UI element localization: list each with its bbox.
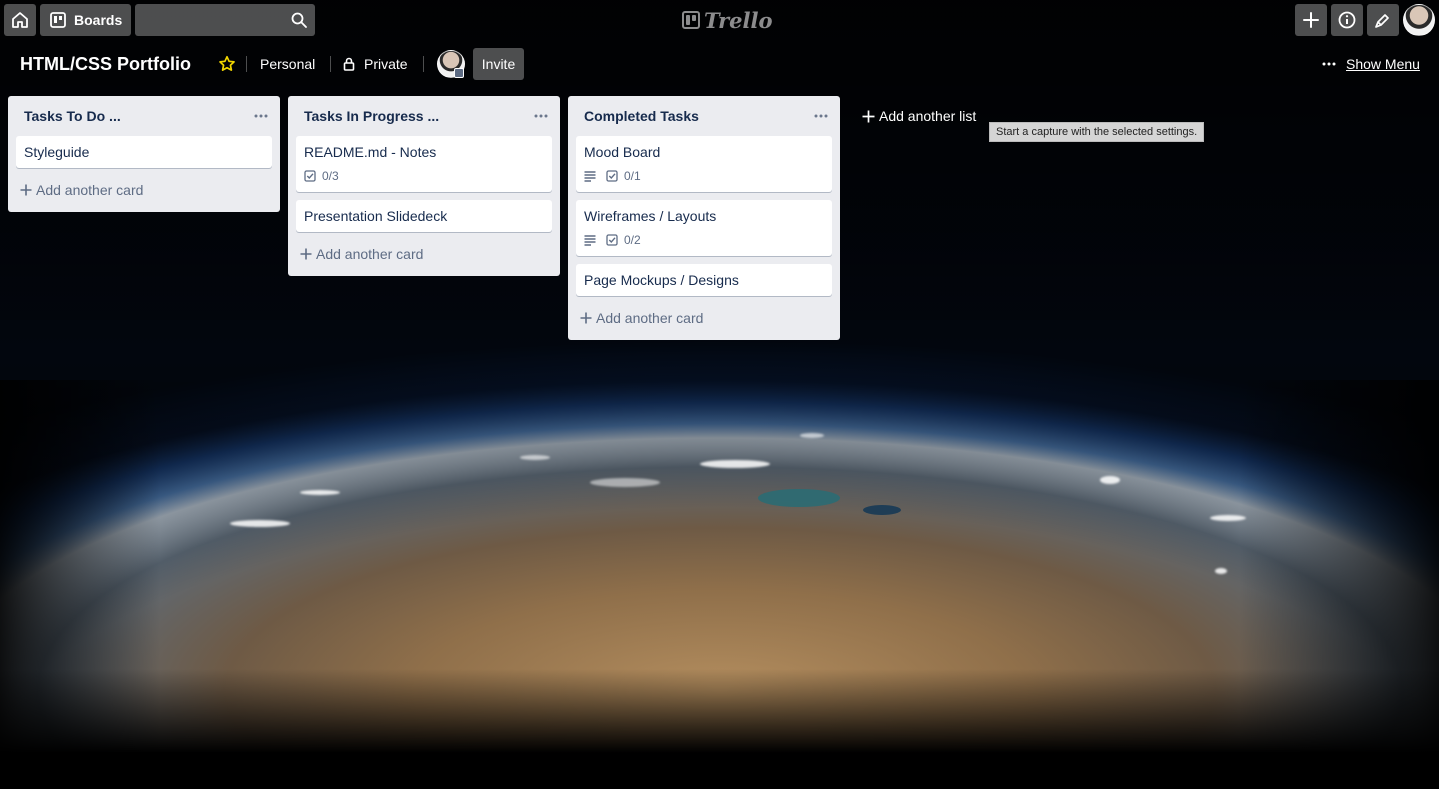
- checklist-count: 0/2: [624, 233, 641, 247]
- more-icon[interactable]: [254, 114, 268, 118]
- add-card-button[interactable]: Add another card: [576, 304, 832, 332]
- add-card-label: Add another card: [596, 310, 704, 326]
- plus-icon: [20, 184, 32, 196]
- plus-icon: [1303, 12, 1319, 28]
- add-card-label: Add another card: [36, 182, 144, 198]
- card-title: Styleguide: [24, 144, 90, 160]
- list-tasks-in-progress: Tasks In Progress ... README.md - Notes …: [288, 96, 560, 276]
- divider: [423, 56, 424, 72]
- info-button[interactable]: [1331, 4, 1363, 36]
- checklist-count: 0/3: [322, 169, 339, 183]
- boards-button[interactable]: Boards: [40, 4, 131, 36]
- card-title: Mood Board: [584, 144, 661, 160]
- search-input[interactable]: [135, 4, 301, 36]
- search-icon[interactable]: [291, 12, 307, 28]
- card-mood-board[interactable]: Mood Board 0/1: [576, 136, 832, 192]
- list-title[interactable]: Tasks To Do ...: [24, 108, 121, 124]
- checklist-icon: [304, 170, 316, 182]
- card-badges: 0/3: [304, 166, 544, 186]
- list-header[interactable]: Tasks In Progress ...: [296, 96, 552, 136]
- description-icon: [584, 234, 596, 246]
- card-styleguide[interactable]: Styleguide: [16, 136, 272, 168]
- plus-icon: [580, 312, 592, 324]
- plus-icon: [300, 248, 312, 260]
- divider: [246, 56, 247, 72]
- card-title: Page Mockups / Designs: [584, 272, 739, 288]
- admin-badge-icon: [454, 68, 464, 78]
- trello-logo-icon: [682, 11, 700, 29]
- team-button[interactable]: Personal: [260, 52, 315, 76]
- boards-label: Boards: [74, 12, 123, 28]
- list-header[interactable]: Tasks To Do ...: [16, 96, 272, 136]
- card-presentation-slidedeck[interactable]: Presentation Slidedeck: [296, 200, 552, 232]
- add-card-button[interactable]: Add another card: [296, 240, 552, 268]
- invite-button[interactable]: Invite: [473, 48, 524, 80]
- notifications-button[interactable]: [1367, 4, 1399, 36]
- list-completed-tasks: Completed Tasks Mood Board 0/1 Wireframe…: [568, 96, 840, 340]
- add-card-label: Add another card: [316, 246, 424, 262]
- show-menu-label: Show Menu: [1346, 56, 1420, 72]
- add-card-button[interactable]: Add another card: [16, 176, 272, 204]
- card-wireframes-layouts[interactable]: Wireframes / Layouts 0/2: [576, 200, 832, 256]
- team-label: Personal: [260, 56, 316, 72]
- board-title[interactable]: HTML/CSS Portfolio: [20, 52, 191, 76]
- lock-icon: [342, 57, 356, 71]
- card-title: Presentation Slidedeck: [304, 208, 448, 224]
- add-list-label: Add another list: [879, 108, 977, 124]
- list-title[interactable]: Completed Tasks: [584, 108, 699, 124]
- checklist-icon: [606, 234, 618, 246]
- card-badges: 0/1: [584, 166, 824, 186]
- trello-logo[interactable]: Trello: [682, 7, 773, 33]
- checklist-count: 0/1: [624, 169, 641, 183]
- user-avatar[interactable]: [1403, 4, 1435, 36]
- divider: [330, 56, 331, 72]
- home-icon: [11, 11, 29, 29]
- card-badges: 0/2: [584, 230, 824, 250]
- plus-icon: [862, 110, 875, 123]
- more-icon[interactable]: [814, 114, 828, 118]
- more-icon[interactable]: [534, 114, 548, 118]
- more-icon: [1322, 62, 1336, 66]
- notification-icon: [1375, 12, 1391, 28]
- create-button[interactable]: [1295, 4, 1327, 36]
- add-list-button[interactable]: Add another list: [862, 104, 976, 128]
- visibility-label: Private: [364, 56, 408, 72]
- description-icon: [584, 170, 596, 182]
- boards-icon: [50, 12, 66, 28]
- list-header[interactable]: Completed Tasks: [576, 96, 832, 136]
- star-icon[interactable]: [218, 55, 236, 73]
- info-icon: [1338, 11, 1356, 29]
- capture-tooltip: Start a capture with the selected settin…: [989, 122, 1205, 142]
- top-header: Boards Trello: [0, 0, 1439, 40]
- logo-text: Trello: [704, 7, 773, 33]
- visibility-button[interactable]: Private: [342, 52, 408, 76]
- card-title: README.md - Notes: [304, 144, 437, 160]
- list-title[interactable]: Tasks In Progress ...: [304, 108, 439, 124]
- checklist-icon: [606, 170, 618, 182]
- show-menu-button[interactable]: Show Menu: [1322, 52, 1420, 76]
- home-button[interactable]: [4, 4, 36, 36]
- checklist-badge: 0/3: [304, 169, 339, 183]
- list-tasks-to-do: Tasks To Do ... Styleguide Add another c…: [8, 96, 280, 212]
- checklist-badge: 0/1: [606, 169, 641, 183]
- card-readme-notes[interactable]: README.md - Notes 0/3: [296, 136, 552, 192]
- checklist-badge: 0/2: [606, 233, 641, 247]
- search-box: [135, 4, 315, 36]
- card-page-mockups[interactable]: Page Mockups / Designs: [576, 264, 832, 296]
- card-title: Wireframes / Layouts: [584, 208, 717, 224]
